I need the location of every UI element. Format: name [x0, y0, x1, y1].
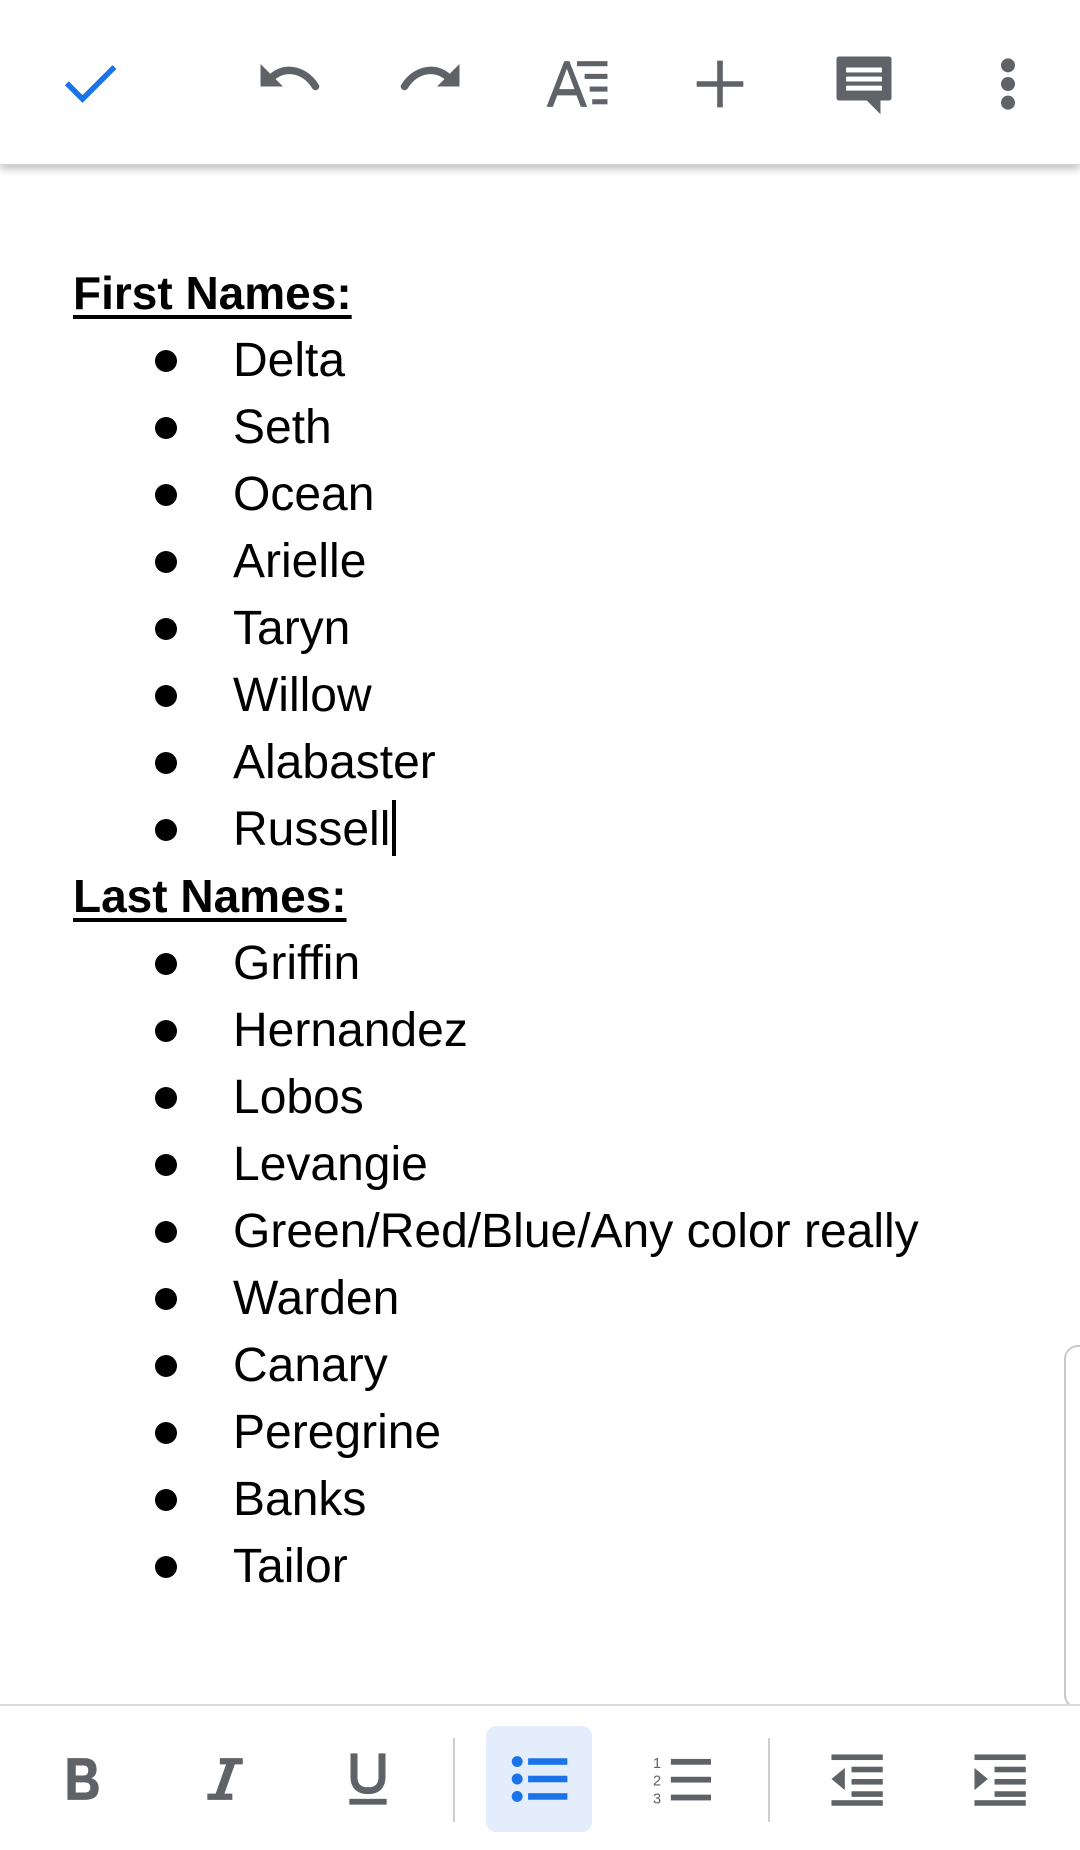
increase-indent-button[interactable]	[946, 1726, 1052, 1832]
undo-icon	[260, 64, 320, 91]
list-item: Canary	[0, 1332, 1080, 1399]
check-icon	[64, 65, 117, 103]
bullet	[155, 1020, 177, 1042]
list-item: Willow	[0, 662, 1080, 729]
italic-button[interactable]	[171, 1726, 277, 1832]
bullet	[155, 350, 177, 372]
bulleted-list-icon	[511, 1756, 568, 1802]
redo-button[interactable]	[390, 42, 474, 126]
bullet	[155, 752, 177, 774]
svg-text:1: 1	[653, 1756, 661, 1772]
text-format-icon	[546, 61, 608, 107]
list-item: Banks	[0, 1466, 1080, 1533]
list-item: Hernandez	[0, 997, 1080, 1064]
bullet	[155, 484, 177, 506]
done-button[interactable]	[48, 42, 132, 126]
first-names-list: Delta Seth Ocean Arielle Taryn Willow Al…	[0, 327, 1080, 863]
undo-button[interactable]	[246, 42, 330, 126]
comment-button[interactable]	[822, 42, 906, 126]
bullet	[155, 417, 177, 439]
insert-plus-icon	[696, 60, 744, 108]
bullet	[155, 551, 177, 573]
first-names-heading: First Names:	[73, 267, 352, 319]
decrease-indent-button[interactable]	[803, 1726, 909, 1832]
bulleted-list-button[interactable]	[486, 1726, 592, 1832]
insert-button[interactable]	[678, 42, 762, 126]
numbered-list-icon: 1 2 3	[653, 1756, 711, 1804]
more-vert-icon	[1001, 58, 1015, 110]
list-item: Arielle	[0, 528, 1080, 595]
bullet	[155, 1221, 177, 1243]
bullet	[155, 1556, 177, 1578]
list-item: Seth	[0, 394, 1080, 461]
redo-icon	[400, 64, 460, 91]
bullet	[155, 1355, 177, 1377]
underline-button[interactable]	[315, 1726, 421, 1832]
list-item: Green/Red/Blue/Any color really	[0, 1198, 1080, 1265]
toolbar-divider	[453, 1738, 455, 1822]
last-names-list: Griffin Hernandez Lobos Levangie Green/R…	[0, 930, 1080, 1600]
list-item: Lobos	[0, 1064, 1080, 1131]
bullet	[155, 1489, 177, 1511]
list-item-label: Russell	[233, 803, 391, 856]
numbered-list-button[interactable]: 1 2 3	[629, 1726, 735, 1832]
bullet	[155, 819, 177, 841]
list-item: Ocean	[0, 461, 1080, 528]
document-body[interactable]: First Names: Delta Seth Ocean Arielle Ta…	[0, 164, 1080, 1704]
text-cursor	[392, 800, 397, 857]
scroll-handle[interactable]	[1064, 1345, 1080, 1709]
last-names-heading: Last Names:	[73, 870, 347, 922]
decrease-indent-icon	[831, 1754, 883, 1806]
svg-text:2: 2	[653, 1774, 661, 1790]
bullet	[155, 618, 177, 640]
text-format-button[interactable]	[535, 42, 619, 126]
comment-icon	[836, 56, 892, 115]
bullet	[155, 953, 177, 975]
toolbar-divider	[768, 1738, 770, 1822]
italic-icon	[207, 1758, 243, 1800]
list-item: Russell	[0, 796, 1080, 863]
more-options-button[interactable]	[966, 42, 1050, 126]
svg-text:3: 3	[653, 1792, 661, 1804]
top-toolbar	[0, 0, 1080, 165]
list-item: Delta	[0, 327, 1080, 394]
list-item: Tailor	[0, 1533, 1080, 1600]
bullet	[155, 1154, 177, 1176]
bold-icon	[67, 1758, 99, 1800]
list-item: Taryn	[0, 595, 1080, 662]
list-item: Alabaster	[0, 729, 1080, 796]
bullet	[155, 1422, 177, 1444]
increase-indent-icon	[974, 1754, 1026, 1806]
format-toolbar: 1 2 3	[0, 1704, 1080, 1850]
list-item: Warden	[0, 1265, 1080, 1332]
underline-icon	[349, 1753, 387, 1805]
bullet	[155, 1087, 177, 1109]
bullet	[155, 685, 177, 707]
bold-button[interactable]	[29, 1726, 135, 1832]
list-item: Peregrine	[0, 1399, 1080, 1466]
list-item: Griffin	[0, 930, 1080, 997]
list-item: Levangie	[0, 1131, 1080, 1198]
bullet	[155, 1288, 177, 1310]
